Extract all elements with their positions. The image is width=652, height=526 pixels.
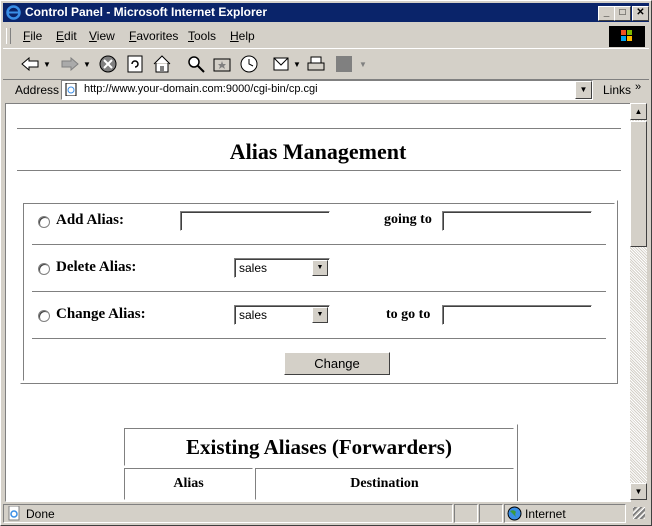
change-alias-select[interactable]: sales ▼ — [234, 305, 330, 325]
status-panel — [454, 504, 478, 523]
address-label: Address — [15, 83, 60, 97]
mail-icon[interactable] — [271, 53, 293, 75]
address-bar: Address http://www.your-domain.com:9000/… — [3, 79, 649, 101]
form-divider — [32, 244, 606, 246]
chevron-down-icon[interactable]: ▼ — [312, 307, 328, 323]
aliases-table-title: Existing Aliases (Forwarders) — [124, 428, 514, 466]
favorites-icon[interactable] — [211, 53, 233, 75]
browser-window: Control Panel - Microsoft Internet Explo… — [0, 0, 652, 526]
heading-rule-bottom — [17, 170, 621, 172]
status-text: Done — [26, 507, 55, 521]
delete-alias-radio[interactable] — [38, 263, 50, 275]
links-chevron-icon[interactable]: » — [635, 81, 641, 93]
to-go-to-label: to go to — [386, 307, 431, 322]
address-url: http://www.your-domain.com:9000/cgi-bin/… — [84, 83, 318, 95]
add-alias-label: Add Alias: — [56, 212, 124, 228]
zone-text: Internet — [525, 507, 566, 521]
ie-logo-icon — [6, 5, 21, 20]
stop-icon[interactable] — [97, 53, 119, 75]
history-icon[interactable] — [238, 53, 260, 75]
resize-grip-icon[interactable] — [633, 507, 645, 519]
delete-alias-label: Delete Alias: — [56, 259, 137, 275]
menu-file[interactable]: File — [23, 29, 42, 43]
search-icon[interactable] — [185, 53, 207, 75]
menu-view[interactable]: View — [89, 29, 115, 43]
maximize-button[interactable]: □ — [614, 6, 631, 21]
mail-dropdown-icon[interactable]: ▼ — [293, 53, 301, 75]
links-button[interactable]: Links — [603, 83, 631, 97]
scroll-down-icon[interactable]: ▼ — [630, 483, 647, 500]
menu-edit[interactable]: Edit — [56, 29, 77, 43]
home-icon[interactable] — [151, 53, 173, 75]
add-alias-radio[interactable] — [38, 216, 50, 228]
column-header-destination: Destination — [255, 468, 514, 500]
alias-form: Add Alias: going to Delete Alias: sales … — [20, 200, 618, 384]
scroll-up-icon[interactable]: ▲ — [630, 103, 647, 120]
page-content: Alias Management Add Alias: going to Del… — [5, 103, 631, 502]
windows-logo-icon — [609, 26, 645, 47]
forward-dropdown-icon[interactable]: ▼ — [83, 53, 91, 75]
alias-form-inner: Add Alias: going to Delete Alias: sales … — [23, 203, 615, 381]
menu-help[interactable]: Help — [230, 29, 255, 43]
scroll-thumb[interactable] — [630, 121, 647, 247]
change-alias-label: Change Alias: — [56, 306, 146, 322]
going-to-label: going to — [384, 212, 432, 227]
form-divider — [32, 291, 606, 293]
menu-tools[interactable]: Tools — [188, 29, 216, 43]
ie-page-icon — [8, 506, 20, 521]
status-panel-main: Done — [3, 504, 453, 523]
internet-zone-icon — [507, 506, 522, 521]
close-button[interactable]: ✕ — [632, 6, 649, 21]
page-icon — [65, 83, 77, 96]
status-bar: Done Internet — [3, 503, 649, 523]
back-icon[interactable] — [19, 53, 41, 75]
back-dropdown-icon[interactable]: ▼ — [43, 53, 51, 75]
change-alias-select-value: sales — [239, 308, 268, 322]
standard-toolbar: ▼ ▼ ▼ ▼ — [3, 48, 649, 80]
edit-icon[interactable] — [333, 53, 355, 75]
page-title: Alias Management — [229, 139, 407, 164]
minimize-button[interactable]: _ — [598, 6, 615, 21]
form-divider — [32, 338, 606, 340]
print-icon[interactable] — [305, 53, 327, 75]
zone-panel: Internet — [504, 504, 626, 523]
heading-rule-top — [17, 128, 621, 130]
menu-bar: File Edit View Favorites Tools Help — [3, 25, 649, 47]
address-input[interactable]: http://www.your-domain.com:9000/cgi-bin/… — [61, 80, 593, 100]
refresh-icon[interactable] — [124, 53, 146, 75]
to-go-to-input[interactable] — [442, 305, 592, 325]
menu-favorites[interactable]: Favorites — [129, 29, 178, 43]
forward-icon[interactable] — [59, 53, 81, 75]
edit-dropdown-icon[interactable]: ▼ — [359, 53, 367, 75]
aliases-table: Existing Aliases (Forwarders) Alias Dest… — [120, 424, 518, 501]
title-bar: Control Panel - Microsoft Internet Explo… — [3, 3, 649, 22]
menu-grip — [6, 28, 11, 44]
vertical-scrollbar[interactable]: ▲ ▼ — [630, 103, 647, 500]
window-title: Control Panel - Microsoft Internet Explo… — [25, 5, 268, 19]
delete-alias-select-value: sales — [239, 261, 268, 275]
column-header-alias: Alias — [124, 468, 253, 500]
address-dropdown-icon[interactable]: ▼ — [575, 81, 592, 99]
change-alias-radio[interactable] — [38, 310, 50, 322]
delete-alias-select[interactable]: sales ▼ — [234, 258, 330, 278]
add-alias-input[interactable] — [180, 211, 330, 231]
status-panel — [479, 504, 503, 523]
change-button[interactable]: Change — [284, 352, 390, 375]
going-to-input[interactable] — [442, 211, 592, 231]
chevron-down-icon[interactable]: ▼ — [312, 260, 328, 276]
